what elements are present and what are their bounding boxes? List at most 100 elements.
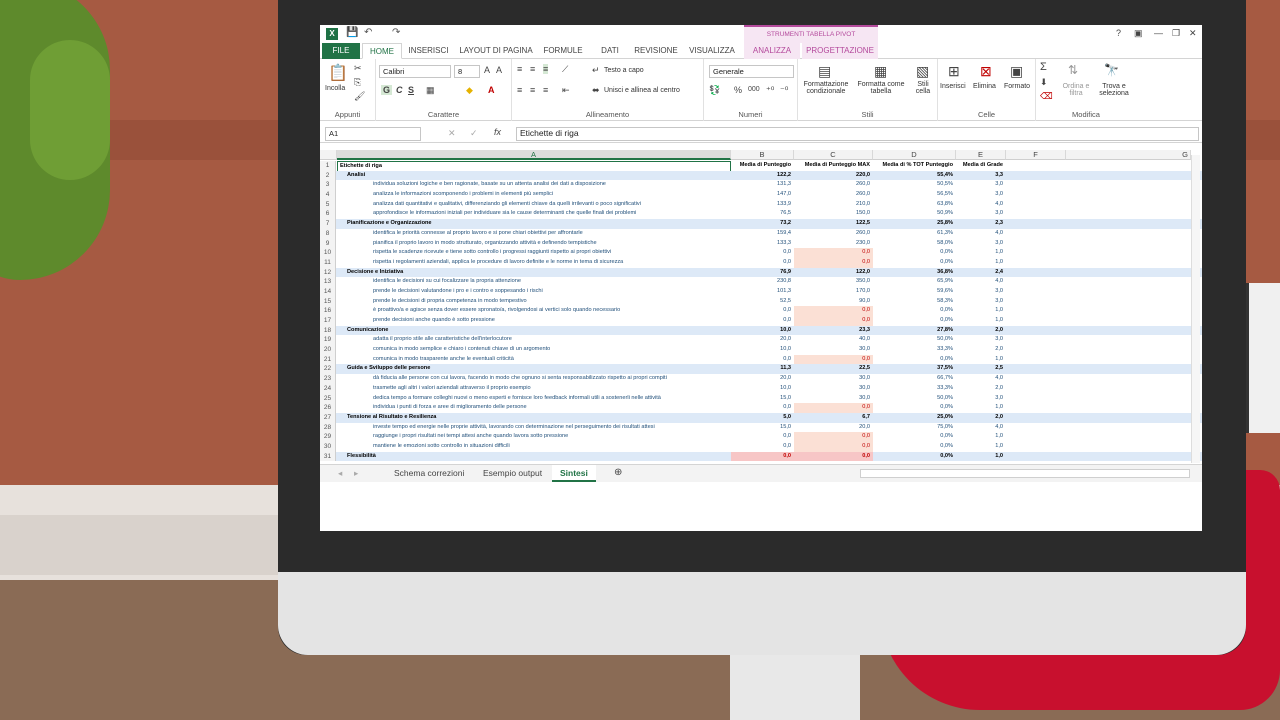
next-sheet-icon[interactable]: ▸	[346, 465, 366, 482]
cell-b[interactable]: 52,5	[731, 297, 794, 307]
cell-c[interactable]: 122,0	[794, 268, 873, 278]
cell-d[interactable]: 25,0%	[873, 413, 956, 423]
cell-e[interactable]: 4,0	[956, 277, 1006, 287]
cell-e[interactable]: 2,5	[956, 364, 1006, 374]
row-number[interactable]: 1	[320, 161, 336, 171]
cell-c[interactable]: 22,5	[794, 364, 873, 374]
cell-e[interactable]: 3,0	[956, 297, 1006, 307]
cell-d[interactable]: 0,0%	[873, 403, 956, 413]
cell-e[interactable]: 1,0	[956, 306, 1006, 316]
row-number[interactable]: 10	[320, 248, 336, 258]
cell-e[interactable]: 1,0	[956, 316, 1006, 326]
item-label[interactable]: rispetta i regolamenti aziendali, applic…	[337, 258, 731, 268]
cell-b[interactable]: 73,2	[731, 219, 794, 229]
minimize-icon[interactable]: —	[1154, 28, 1163, 38]
row-number[interactable]: 23	[320, 374, 336, 384]
cell-d[interactable]: 58,0%	[873, 239, 956, 249]
cell-b[interactable]: 20,0	[731, 335, 794, 345]
cell-e[interactable]: 3,0	[956, 287, 1006, 297]
horizontal-scrollbar[interactable]	[860, 469, 1190, 478]
cell-c[interactable]: 30,0	[794, 384, 873, 394]
group-label[interactable]: Analisi	[337, 171, 731, 181]
merge-center-button[interactable]: Unisci e allinea al centro	[604, 87, 680, 94]
format-as-table-icon[interactable]: ▦	[874, 63, 887, 80]
ribbon-options-icon[interactable]: ▣	[1134, 28, 1143, 39]
cell-d[interactable]: 27,8%	[873, 326, 956, 336]
group-label[interactable]: Decisione e Iniziativa	[337, 268, 731, 278]
help-icon[interactable]: ?	[1116, 28, 1121, 38]
cell-e[interactable]: 1,0	[956, 258, 1006, 268]
cell-d[interactable]: 33,3%	[873, 345, 956, 355]
header-media-punteggio[interactable]: Media di Punteggio	[731, 161, 794, 171]
font-size-select[interactable]: 8	[454, 65, 480, 78]
row-number[interactable]: 17	[320, 316, 336, 326]
wrap-text-button[interactable]: Testo a capo	[604, 67, 644, 74]
cell-e[interactable]: 3,0	[956, 209, 1006, 219]
cell-d[interactable]: 65,9%	[873, 277, 956, 287]
group-label[interactable]: Guida e Sviluppo delle persone	[337, 364, 731, 374]
cell-c[interactable]: 30,0	[794, 394, 873, 404]
item-label[interactable]: individua soluzioni logiche e ben ragion…	[337, 180, 731, 190]
item-label[interactable]: prende le decisioni valutandone i pro e …	[337, 287, 731, 297]
align-right-icon[interactable]: ≡	[543, 85, 548, 95]
number-format-select[interactable]: Generale	[709, 65, 794, 78]
wrap-text-icon[interactable]: ↵	[592, 65, 600, 76]
fill-color-icon[interactable]: ◆	[466, 85, 473, 96]
cell-e[interactable]: 2,0	[956, 326, 1006, 336]
row-number[interactable]: 12	[320, 267, 336, 278]
cell-e[interactable]: 1,0	[956, 452, 1006, 462]
fill-icon[interactable]: ⬇	[1040, 77, 1048, 88]
tab-file[interactable]: FILE	[322, 43, 360, 59]
cell-d[interactable]: 0,0%	[873, 316, 956, 326]
cell-d[interactable]: 59,6%	[873, 287, 956, 297]
item-label[interactable]: raggiunge i propri risultati nei tempi a…	[337, 432, 731, 442]
row-number[interactable]: 14	[320, 286, 336, 297]
row-number[interactable]: 7	[320, 219, 336, 229]
delete-cells-button[interactable]: Elimina	[973, 83, 996, 90]
row-number[interactable]: 8	[320, 228, 336, 239]
insert-cells-icon[interactable]: ⊞	[948, 63, 960, 80]
cell-d[interactable]: 0,0%	[873, 306, 956, 316]
cell-d[interactable]: 66,7%	[873, 374, 956, 384]
decrease-decimal-icon[interactable]: ⁻⁰	[780, 85, 788, 96]
cell-b[interactable]: 133,3	[731, 239, 794, 249]
borders-icon[interactable]: ▦	[426, 85, 435, 96]
column-header-g[interactable]: G	[1066, 150, 1191, 160]
sheet-tab-sintesi[interactable]: Sintesi	[552, 465, 596, 482]
cell-c[interactable]: 0,0	[794, 354, 873, 365]
cell-e[interactable]: 4,0	[956, 200, 1006, 210]
formula-input[interactable]: Etichette di riga	[516, 127, 1199, 141]
cell-e[interactable]: 1,0	[956, 248, 1006, 258]
shrink-font-icon[interactable]: A	[496, 65, 502, 75]
row-number[interactable]: 4	[320, 190, 336, 200]
cell-c[interactable]: 0,0	[794, 441, 873, 452]
align-middle-icon[interactable]: ≡	[530, 64, 535, 74]
cell-e[interactable]: 1,0	[956, 403, 1006, 413]
fx-button[interactable]: fx	[494, 127, 501, 137]
worksheet-grid[interactable]: A B C D E F G 1 Etichette di riga Media …	[320, 147, 1202, 464]
italic-button[interactable]: C	[396, 85, 403, 95]
font-color-icon[interactable]: A	[488, 85, 495, 95]
cell-d[interactable]: 50,0%	[873, 394, 956, 404]
row-number[interactable]: 27	[320, 412, 336, 423]
cell-e[interactable]: 3,0	[956, 394, 1006, 404]
cell-styles-button[interactable]: Stili cella	[910, 81, 936, 95]
add-sheet-icon[interactable]: ⊕	[606, 465, 630, 482]
column-header-b[interactable]: B	[731, 150, 794, 160]
percent-button[interactable]: %	[734, 85, 742, 95]
enter-icon[interactable]: ✓	[470, 128, 478, 139]
cell-d[interactable]: 0,0%	[873, 452, 956, 462]
cell-c[interactable]: 350,0	[794, 277, 873, 287]
format-painter-icon[interactable]: 🖌	[354, 91, 365, 102]
cell-d[interactable]: 0,0%	[873, 442, 956, 452]
cell-b[interactable]: 76,5	[731, 209, 794, 219]
redo-icon[interactable]: ↷	[392, 27, 400, 38]
cell-b[interactable]: 0,0	[731, 248, 794, 258]
item-label[interactable]: analizza le informazioni scomponendo i p…	[337, 190, 731, 200]
row-number[interactable]: 25	[320, 393, 336, 404]
cell-e[interactable]: 4,0	[956, 229, 1006, 239]
align-top-icon[interactable]: ≡	[517, 64, 522, 74]
cell-b[interactable]: 131,3	[731, 180, 794, 190]
item-label[interactable]: analizza dati quantitativi e qualitativi…	[337, 200, 731, 210]
item-label[interactable]: trasmette agli altri i valori aziendali …	[337, 384, 731, 394]
